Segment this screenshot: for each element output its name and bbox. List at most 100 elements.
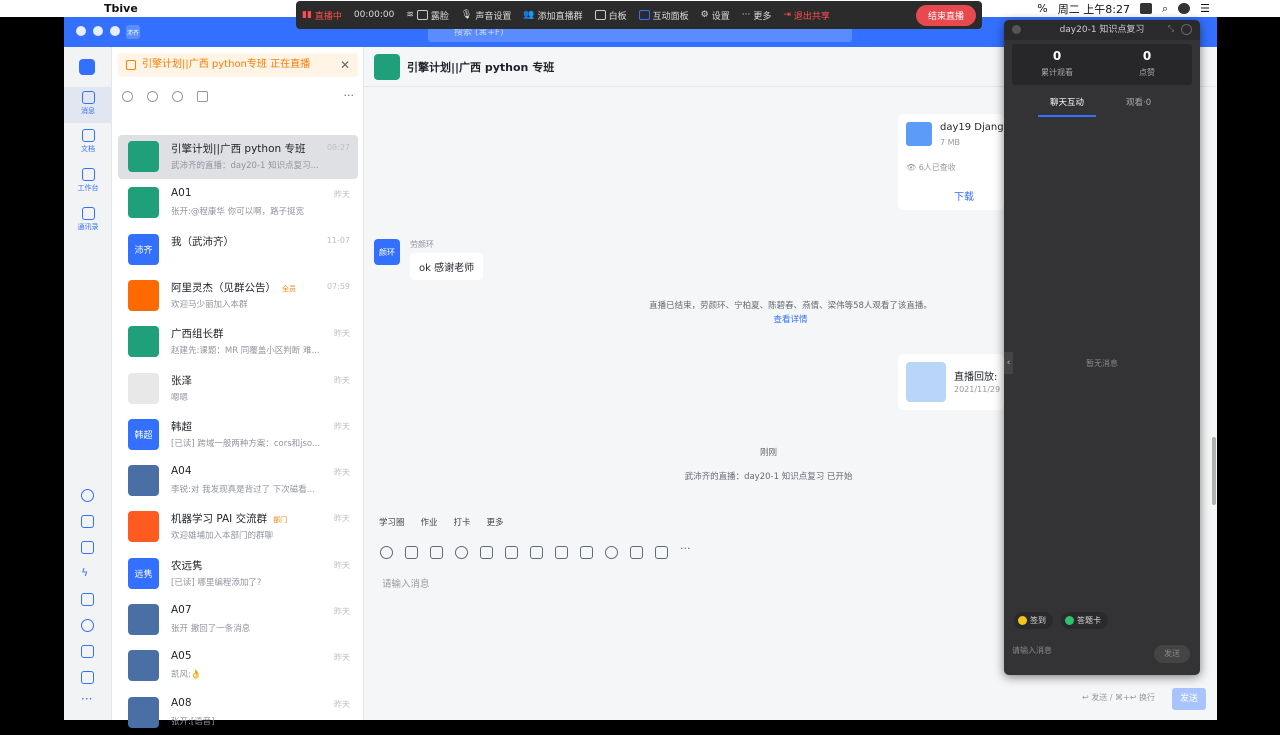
apps-grid-icon[interactable] (79, 59, 95, 75)
chat-avatar (128, 604, 159, 635)
send-button[interactable]: 发送 (1172, 688, 1206, 710)
tab-chat[interactable]: 聊天互动 (1038, 96, 1097, 117)
panel-send-button[interactable]: 发送 (1154, 645, 1190, 663)
video-icon (906, 362, 946, 402)
tab-viewers[interactable]: 观看·0 (1126, 96, 1151, 117)
spotlight-icon[interactable]: ⌕ (1162, 2, 1168, 16)
quick-tab[interactable]: 打卡 (449, 513, 476, 531)
quiz-button[interactable]: 答题卡 (1061, 612, 1108, 629)
phone-icon[interactable] (605, 546, 618, 559)
interaction-panel-button[interactable]: 互动面板 (638, 9, 689, 22)
replay-card[interactable]: 直播回放: 2021/11/29 (898, 354, 1004, 410)
stop-share-button[interactable]: ⇥ 退出共享 (783, 9, 830, 22)
live-banner[interactable]: 引擎计划||广西 python专班 正在直播 ✕ (118, 53, 358, 77)
chat-item[interactable]: 韩超 韩超 [已读] 跨域一般两种方案：cors和jso... 昨天 (118, 413, 358, 457)
end-live-button[interactable]: 结束直播 (915, 4, 976, 26)
collapse-icon[interactable]: ⤡ (1166, 24, 1176, 34)
camera-button[interactable]: ≋ 露脸 (406, 9, 449, 22)
add-group-button[interactable]: 👥 添加直播群 (523, 9, 582, 22)
close-icon[interactable]: ✕ (340, 53, 350, 77)
scrollbar[interactable] (1212, 437, 1216, 505)
checkbox-icon[interactable] (530, 546, 543, 559)
team-badge[interactable]: 沛齐 (126, 25, 140, 39)
chat-name-text: 我（武沛齐） (171, 235, 234, 248)
chat-item[interactable]: 张泽 嗯嗯 昨天 (118, 367, 358, 411)
panel-close-button[interactable] (1012, 25, 1021, 34)
lightning-icon[interactable]: ϟ (81, 567, 94, 580)
whiteboard-button[interactable]: 白板 (594, 9, 627, 22)
chat-item[interactable]: A01 张开:@程康华 你可以啊，路子挺宽 昨天 (118, 181, 358, 225)
emoji-icon[interactable] (380, 546, 393, 559)
chat-item[interactable]: 沛齐 我（武沛齐） 11-07 (118, 228, 358, 272)
minimize-window-button[interactable] (93, 26, 103, 36)
quick-tab[interactable]: 更多 (482, 513, 509, 531)
quick-tabs: 学习圈 作业 打卡 更多 (374, 513, 509, 531)
group-avatar[interactable] (374, 54, 400, 80)
more-icon[interactable]: ··· (680, 543, 693, 559)
file-icon[interactable] (197, 90, 208, 102)
mail-icon[interactable] (81, 593, 94, 606)
siri-icon[interactable] (1178, 3, 1191, 14)
settings-button[interactable]: ⚙ 设置 (701, 9, 730, 22)
chat-name: 阿里灵杰（见群公告） 全员 (171, 280, 296, 295)
history-icon[interactable] (172, 90, 183, 102)
audio-settings-button[interactable]: 🎙 声音设置 (461, 9, 511, 22)
more-button[interactable]: ··· 更多 (742, 9, 772, 22)
chat-title[interactable]: 引擎计划||广西 python 专班 (407, 59, 554, 75)
info-icon[interactable] (1181, 24, 1192, 35)
chat-name: 引擎计划||广西 python 专班 (171, 141, 305, 156)
calendar-icon[interactable] (81, 515, 94, 528)
chat-item[interactable]: 机器学习 PAI 交流群 部门 欢迎雄埔加入本部门的群聊 昨天 (118, 505, 358, 549)
panel-message-input[interactable]: 请输入消息 (1012, 645, 1052, 656)
star-icon[interactable] (147, 90, 158, 102)
rail-docs[interactable]: 文档 (64, 129, 112, 154)
chat-item[interactable]: 引擎计划||广西 python 专班 武沛齐的直播：day20-1 知识点复习..… (118, 135, 358, 179)
chat-filters: ··· (122, 89, 354, 103)
app-name[interactable]: Tbive (104, 2, 138, 15)
rail-contacts[interactable]: 通讯录 (64, 207, 112, 232)
task-icon[interactable] (81, 541, 94, 554)
screenshot-icon[interactable] (655, 546, 668, 559)
close-window-button[interactable] (76, 26, 86, 36)
rail-messages[interactable]: 消息 (64, 87, 112, 123)
lightning-icon[interactable] (555, 546, 568, 559)
chat-item[interactable]: A07 张开 撤回了一条消息 昨天 (118, 598, 358, 642)
sender-avatar[interactable]: 颜环 (374, 239, 400, 265)
chat-name: A07 (171, 604, 192, 616)
thumbs-up-icon[interactable] (405, 546, 418, 559)
quick-tab[interactable]: 作业 (416, 513, 443, 531)
at-icon[interactable] (455, 546, 468, 559)
checkin-button[interactable]: 签到 (1014, 612, 1053, 629)
chat-list-panel: 引擎计划||广西 python专班 正在直播 ✕ ··· 引擎计划||广西 py… (112, 47, 364, 728)
box-icon[interactable] (81, 671, 94, 684)
download-button[interactable]: 下载 (954, 188, 974, 203)
chat-item[interactable]: A05 凯风:👌 昨天 (118, 644, 358, 688)
control-center-icon[interactable]: ☰ (1200, 2, 1210, 15)
meeting-icon[interactable] (81, 645, 94, 658)
mention-icon[interactable] (122, 90, 133, 102)
rail-workbench[interactable]: 工作台 (64, 168, 112, 193)
chat-item[interactable]: A04 李锐:对 我发现真是背过了 下次磁看... 昨天 (118, 459, 358, 503)
cloud-icon[interactable] (81, 489, 94, 502)
zoom-window-button[interactable] (110, 26, 120, 36)
more-icon[interactable]: ··· (344, 90, 355, 101)
clock[interactable]: 周二 上午8:27 (1058, 1, 1130, 17)
message-bubble[interactable]: ok 感谢老师 (410, 253, 484, 280)
folder-plus-icon[interactable] (480, 546, 493, 559)
video-icon[interactable] (580, 546, 593, 559)
scissors-icon[interactable] (430, 546, 443, 559)
message-input[interactable]: 请输入消息 (382, 576, 430, 590)
phone-icon[interactable] (81, 619, 94, 632)
chat-item[interactable]: 远隽 农远隽 [已读] 哪里编程添加了? 昨天 (118, 552, 358, 596)
panel-collapse-handle[interactable]: ‹ (1004, 352, 1013, 374)
details-link[interactable]: 查看详情 (773, 315, 807, 325)
status-s-icon[interactable] (1139, 3, 1152, 14)
calendar-icon[interactable] (505, 546, 518, 559)
more-icon[interactable]: ··· (81, 693, 94, 708)
mail-icon[interactable] (630, 546, 643, 559)
chat-item[interactable]: A08 张开:[语音] 昨天 (118, 691, 358, 735)
chat-item[interactable]: 广西组长群 赵建先:课题：MR 同覆盖小区判断 难... 昨天 (118, 320, 358, 364)
chat-item[interactable]: 阿里灵杰（见群公告） 全员 欢迎马少丽加入本群 07:59 (118, 274, 358, 318)
file-card[interactable]: day19 Django 7 MB 👁 6人已查收 下载 (898, 114, 1010, 210)
quick-tab[interactable]: 学习圈 (374, 513, 410, 531)
